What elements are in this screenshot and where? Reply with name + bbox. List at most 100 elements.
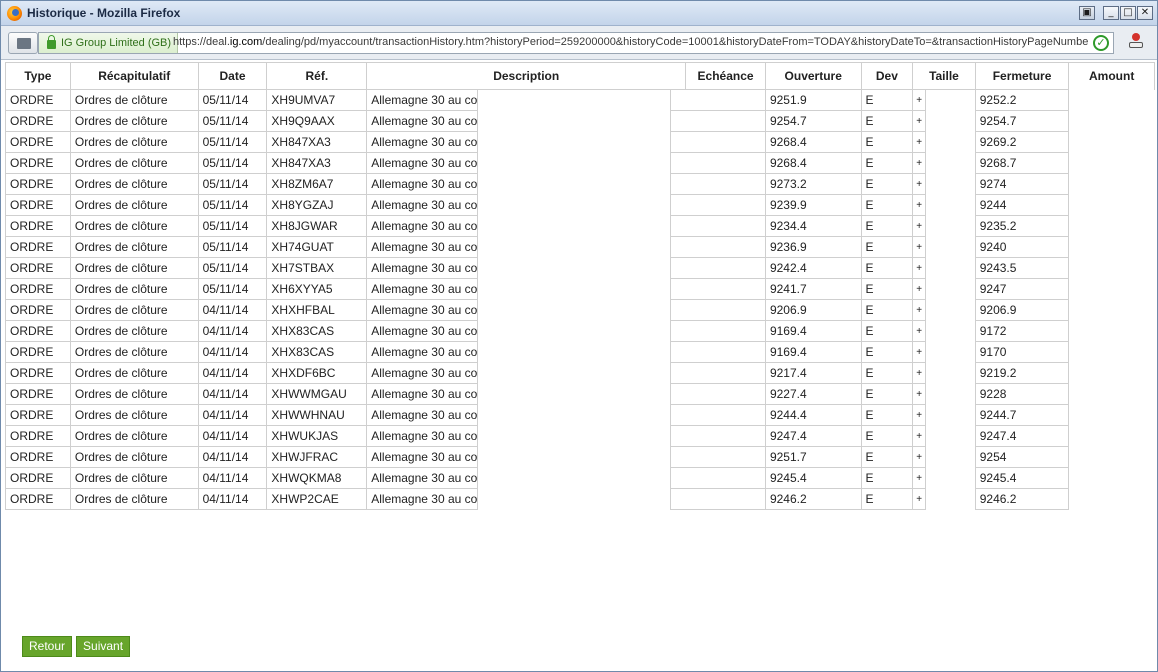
cell-taille: + [912,257,927,279]
table-row[interactable]: ORDRE Ordres de clôture 04/11/14 XHXHFBAL Al… [5,299,1155,321]
cell-ref: XHXDF6BC [266,362,368,384]
cell-blank [478,153,671,174]
cell-date: 05/11/14 [197,257,268,279]
header-date[interactable]: Date [197,62,268,90]
table-row[interactable]: ORDRE Ordres de clôture 05/11/14 XH9UMVA7 Al… [5,89,1155,111]
url-text[interactable]: https://deal.ig.com/dealing/pd/myaccount… [173,36,1088,48]
cell-blank [478,90,671,111]
cell-fermeture: 9206.9 [974,299,1070,321]
cell-blank [478,237,671,258]
cell-echeance [670,299,766,321]
cell-fermeture: 9228 [974,383,1070,405]
cell-description: Allemagne 30 au co [366,89,479,111]
header-amount[interactable]: Amount [1068,62,1155,90]
cell-dev: E [860,362,914,384]
suivant-button[interactable]: Suivant [76,636,131,657]
table-row[interactable]: ORDRE Ordres de clôture 04/11/14 XHX83CAS Al… [5,341,1155,363]
site-identity-label: IG Group Limited (GB) [61,37,172,49]
cell-recap: Ordres de clôture [69,110,199,132]
table-row[interactable]: ORDRE Ordres de clôture 05/11/14 XH8ZM6A7 Al… [5,173,1155,195]
cell-blank [926,489,976,510]
cell-type: ORDRE [5,467,71,489]
cell-description: Allemagne 30 au co [366,467,479,489]
cell-echeance [670,467,766,489]
header-recap[interactable]: Récapitulatif [69,62,199,90]
cell-recap: Ordres de clôture [69,320,199,342]
table-row[interactable]: ORDRE Ordres de clôture 04/11/14 XHWP2CAE Al… [5,488,1155,510]
page-button[interactable] [8,32,38,54]
transaction-table: Type Récapitulatif Date Réf. Description… [5,62,1155,510]
cell-amount [1069,195,1155,216]
cell-recap: Ordres de clôture [69,446,199,468]
cell-date: 04/11/14 [197,425,268,447]
cell-recap: Ordres de clôture [69,152,199,174]
site-identity[interactable]: IG Group Limited (GB) [39,33,179,53]
header-ref[interactable]: Réf. [266,62,368,90]
cell-ref: XHX83CAS [266,320,368,342]
header-taille[interactable]: Taille [912,62,976,90]
header-fermeture[interactable]: Fermeture [974,62,1070,90]
table-row[interactable]: ORDRE Ordres de clôture 04/11/14 XHWJFRAC Al… [5,446,1155,468]
cell-blank [926,216,976,237]
header-echeance[interactable]: Echéance [685,62,766,90]
table-row[interactable]: ORDRE Ordres de clôture 04/11/14 XHWUKJAS Al… [5,425,1155,447]
cell-amount [1069,279,1155,300]
cell-amount [1069,174,1155,195]
retour-button[interactable]: Retour [22,636,73,657]
cell-blank [478,342,671,363]
addon-icon[interactable] [1128,33,1144,49]
table-row[interactable]: ORDRE Ordres de clôture 05/11/14 XH9Q9AAX Al… [5,110,1155,132]
table-row[interactable]: ORDRE Ordres de clôture 05/11/14 XH6XYYA5 Al… [5,278,1155,300]
cell-blank [926,405,976,426]
cell-ouverture: 9273.2 [764,173,862,195]
table-row[interactable]: ORDRE Ordres de clôture 04/11/14 XHWQKMA8 Al… [5,467,1155,489]
table-row[interactable]: ORDRE Ordres de clôture 05/11/14 XH74GUAT Al… [5,236,1155,258]
maximize-button[interactable]: □ [1120,6,1136,20]
cell-dev: E [860,131,914,153]
cell-blank [926,279,976,300]
table-row[interactable]: ORDRE Ordres de clôture 04/11/14 XHXDF6BC Al… [5,362,1155,384]
cell-recap: Ordres de clôture [69,425,199,447]
close-button[interactable]: ✕ [1137,6,1153,20]
restore-tab-icon[interactable]: ▣ [1079,6,1095,20]
cell-blank [478,174,671,195]
check-icon[interactable]: ✓ [1093,35,1109,51]
table-row[interactable]: ORDRE Ordres de clôture 05/11/14 XH847XA3 Al… [5,152,1155,174]
table-row[interactable]: ORDRE Ordres de clôture 04/11/14 XHWWHNAU Al… [5,404,1155,426]
header-type[interactable]: Type [5,62,71,90]
cell-echeance [670,425,766,447]
cell-fermeture: 9254 [974,446,1070,468]
cell-dev: E [860,383,914,405]
cell-recap: Ordres de clôture [69,257,199,279]
window-title: Historique - Mozilla Firefox [27,6,181,20]
table-row[interactable]: ORDRE Ordres de clôture 04/11/14 XHWWMGAU Al… [5,383,1155,405]
table-row[interactable]: ORDRE Ordres de clôture 04/11/14 XHX83CAS Al… [5,320,1155,342]
cell-fermeture: 9170 [974,341,1070,363]
table-row[interactable]: ORDRE Ordres de clôture 05/11/14 XH847XA3 Al… [5,131,1155,153]
table-row[interactable]: ORDRE Ordres de clôture 05/11/14 XH8JGWAR Al… [5,215,1155,237]
table-row[interactable]: ORDRE Ordres de clôture 05/11/14 XH7STBAX Al… [5,257,1155,279]
header-ouverture[interactable]: Ouverture [764,62,862,90]
cell-dev: E [860,236,914,258]
cell-date: 04/11/14 [197,446,268,468]
cell-recap: Ordres de clôture [69,131,199,153]
cell-description: Allemagne 30 au co [366,446,479,468]
cell-dev: E [860,194,914,216]
pagination: Retour Suivant [22,636,131,657]
cell-echeance [670,152,766,174]
cell-ouverture: 9242.4 [764,257,862,279]
cell-type: ORDRE [5,362,71,384]
header-dev[interactable]: Dev [860,62,914,90]
cell-ref: XH74GUAT [266,236,368,258]
cell-blank [926,153,976,174]
page-content: Type Récapitulatif Date Réf. Description… [5,62,1155,670]
cell-fermeture: 9235.2 [974,215,1070,237]
header-description[interactable]: Description [366,62,687,90]
cell-type: ORDRE [5,131,71,153]
cell-ouverture: 9254.7 [764,110,862,132]
cell-date: 04/11/14 [197,341,268,363]
cell-description: Allemagne 30 au co [366,341,479,363]
minimize-button[interactable]: _ [1103,6,1119,20]
url-field[interactable]: IG Group Limited (GB) https://deal.ig.co… [38,32,1114,54]
table-row[interactable]: ORDRE Ordres de clôture 05/11/14 XH8YGZAJ Al… [5,194,1155,216]
